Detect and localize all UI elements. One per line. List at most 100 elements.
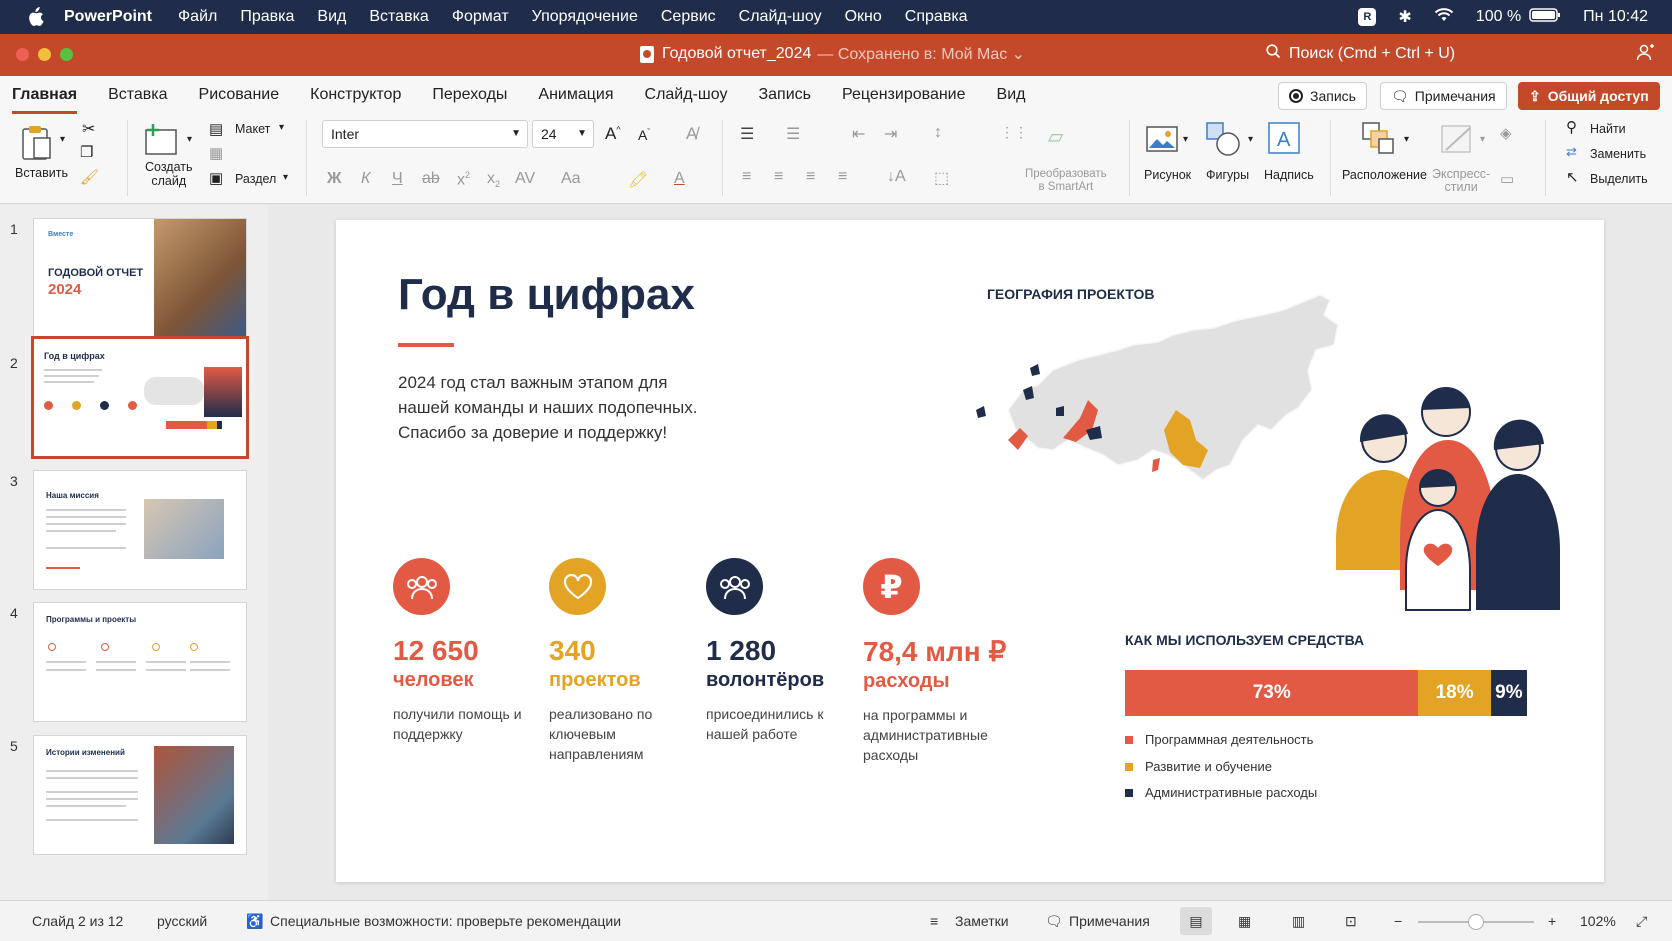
select-cursor-icon[interactable]: ↖ (1566, 168, 1579, 186)
comments-status-icon[interactable]: 🗨 (1045, 913, 1063, 930)
arrange-dropdown-icon[interactable]: ▾ (1404, 134, 1409, 145)
slide-canvas[interactable]: Год в цифрах 2024 год стал важным этапом… (336, 220, 1604, 882)
stat-people[interactable]: 12 650 человек получили помощь и поддерж… (393, 558, 553, 744)
find-button[interactable]: Найти (1590, 122, 1626, 136)
subscript-icon[interactable]: x2 (487, 170, 500, 189)
align-text-icon[interactable]: ⬚ (934, 168, 949, 188)
smartart-icon[interactable]: ▱ (1048, 124, 1063, 149)
slide-lead-text[interactable]: 2024 год стал важным этапом для нашей ко… (398, 370, 708, 445)
char-spacing-icon[interactable]: AV (515, 170, 535, 188)
quick-styles-dropdown-icon[interactable]: ▾ (1480, 134, 1485, 145)
align-right-icon[interactable]: ≡ (806, 168, 815, 186)
layout-icon[interactable]: ▤ (209, 120, 223, 138)
menu-slideshow[interactable]: Слайд-шоу (739, 8, 822, 26)
highlight-icon[interactable]: 🖍 (628, 170, 648, 190)
menu-view[interactable]: Вид (317, 8, 346, 26)
search-box[interactable]: Поиск (Cmd + Ctrl + U) (1266, 44, 1455, 64)
menu-insert[interactable]: Вставка (369, 8, 428, 26)
accessibility-icon[interactable]: ♿ (246, 913, 263, 930)
document-title[interactable]: Годовой отчет_2024 — Сохранено в: Мой Ma… (640, 44, 1025, 64)
font-family-select[interactable]: Inter ▼ (322, 120, 528, 148)
thumb-slide-5[interactable]: Истории изменений (33, 735, 247, 855)
reset-icon[interactable]: ▦ (209, 144, 223, 162)
close-window-button[interactable] (16, 48, 29, 61)
italic-icon[interactable]: К (361, 170, 370, 188)
battery-icon[interactable] (1529, 7, 1561, 27)
language[interactable]: русский (157, 913, 207, 929)
bluetooth-icon[interactable]: ✱ (1398, 7, 1411, 27)
zoom-out-icon[interactable]: − (1394, 913, 1402, 929)
picture-dropdown-icon[interactable]: ▾ (1183, 134, 1188, 145)
tab-record[interactable]: Запись (758, 76, 811, 114)
shapes-dropdown-icon[interactable]: ▾ (1248, 134, 1253, 145)
increase-font-icon[interactable]: A^ (605, 124, 621, 144)
replace-icon[interactable]: ⇄ (1566, 144, 1577, 160)
normal-view-icon[interactable]: ▤ (1180, 907, 1212, 935)
funds-chart[interactable]: КАК МЫ ИСПОЛЬЗУЕМ СРЕДСТВА 73% 18% 9% Прог… (1125, 632, 1527, 800)
numbering-icon[interactable]: ☰ (786, 124, 800, 144)
tab-draw[interactable]: Рисование (199, 76, 280, 114)
account-icon[interactable] (1636, 43, 1656, 68)
section-dropdown-icon[interactable]: ▾ (283, 172, 288, 183)
menu-arrange[interactable]: Упорядочение (532, 8, 638, 26)
wifi-icon[interactable] (1434, 7, 1454, 27)
fit-to-window-icon[interactable]: ⤢ (1636, 913, 1647, 930)
thumb-slide-3[interactable]: Наша миссия (33, 470, 247, 590)
bold-icon[interactable]: Ж (327, 170, 341, 188)
align-left-icon[interactable]: ≡ (742, 168, 751, 186)
stat-expenses[interactable]: ₽ 78,4 млн ₽ расходы на программы и адми… (863, 558, 1023, 765)
zoom-window-button[interactable] (60, 48, 73, 61)
tab-review[interactable]: Рецензирование (842, 76, 966, 114)
change-case-icon[interactable]: Aa (561, 170, 581, 188)
menu-help[interactable]: Справка (905, 8, 968, 26)
layout-dropdown-icon[interactable]: ▾ (279, 122, 284, 133)
comments-button[interactable]: 🗨 Примечания (1380, 82, 1507, 110)
menu-format[interactable]: Формат (452, 8, 509, 26)
shape-outline-icon[interactable]: ▭ (1500, 170, 1514, 188)
accessibility-check[interactable]: Специальные возможности: проверьте реком… (270, 913, 621, 929)
bullets-icon[interactable]: ☰ (740, 124, 754, 144)
comments-status-button[interactable]: Примечания (1069, 913, 1150, 929)
zoom-slider-thumb[interactable] (1468, 914, 1484, 930)
find-icon[interactable]: ⚲ (1566, 118, 1577, 136)
tab-insert[interactable]: Вставка (108, 76, 167, 114)
arrange-icon[interactable] (1362, 122, 1396, 161)
menu-edit[interactable]: Правка (240, 8, 294, 26)
section-button[interactable]: Раздел (235, 172, 276, 186)
select-button[interactable]: Выделить (1590, 172, 1648, 186)
thumb-slide-4[interactable]: Программы и проекты (33, 602, 247, 722)
menu-app-name[interactable]: PowerPoint (64, 8, 152, 26)
zoom-level[interactable]: 102% (1580, 913, 1616, 929)
share-button[interactable]: ⇪ Общий доступ (1518, 82, 1660, 110)
slide-sorter-icon[interactable]: ▦ (1238, 913, 1251, 930)
font-size-select[interactable]: 24 ▼ (532, 120, 594, 148)
text-direction-icon[interactable]: ↓A (887, 168, 906, 186)
stat-projects[interactable]: 340 проектов реализовано по ключевым нап… (549, 558, 709, 764)
underline-icon[interactable]: Ч (392, 170, 403, 188)
align-center-icon[interactable]: ≡ (774, 168, 783, 186)
shapes-icon[interactable] (1206, 122, 1242, 163)
shape-fill-icon[interactable]: ◈ (1500, 124, 1512, 142)
thumb-slide-2[interactable]: Год в цифрах (31, 336, 249, 459)
decrease-font-icon[interactable]: Aˇ (638, 127, 650, 143)
zoom-in-icon[interactable]: + (1548, 913, 1556, 929)
superscript-icon[interactable]: x2 (457, 170, 470, 189)
apple-menu-icon[interactable] (24, 6, 46, 28)
section-icon[interactable]: ▣ (209, 169, 223, 187)
minimize-window-button[interactable] (38, 48, 51, 61)
slide-title[interactable]: Год в цифрах (398, 270, 695, 320)
russia-map-image[interactable] (968, 290, 1368, 500)
quick-styles-icon[interactable] (1440, 122, 1476, 161)
tab-design[interactable]: Конструктор (310, 76, 401, 114)
stat-volunteers[interactable]: 1 280 волонтёров присоединились к нашей … (706, 558, 866, 744)
notes-icon[interactable]: ≡ (930, 913, 938, 929)
tab-view[interactable]: Вид (997, 76, 1026, 114)
decrease-indent-icon[interactable]: ⇤ (852, 124, 865, 144)
justify-icon[interactable]: ≡ (838, 168, 847, 186)
notes-button[interactable]: Заметки (955, 913, 1009, 929)
reading-view-icon[interactable]: ▥ (1292, 913, 1305, 930)
line-spacing-icon[interactable]: ↕ (934, 124, 942, 142)
copy-icon[interactable]: ❐ (80, 143, 93, 161)
keyboard-layout-icon[interactable]: R (1358, 8, 1377, 26)
increase-indent-icon[interactable]: ⇥ (884, 124, 897, 144)
